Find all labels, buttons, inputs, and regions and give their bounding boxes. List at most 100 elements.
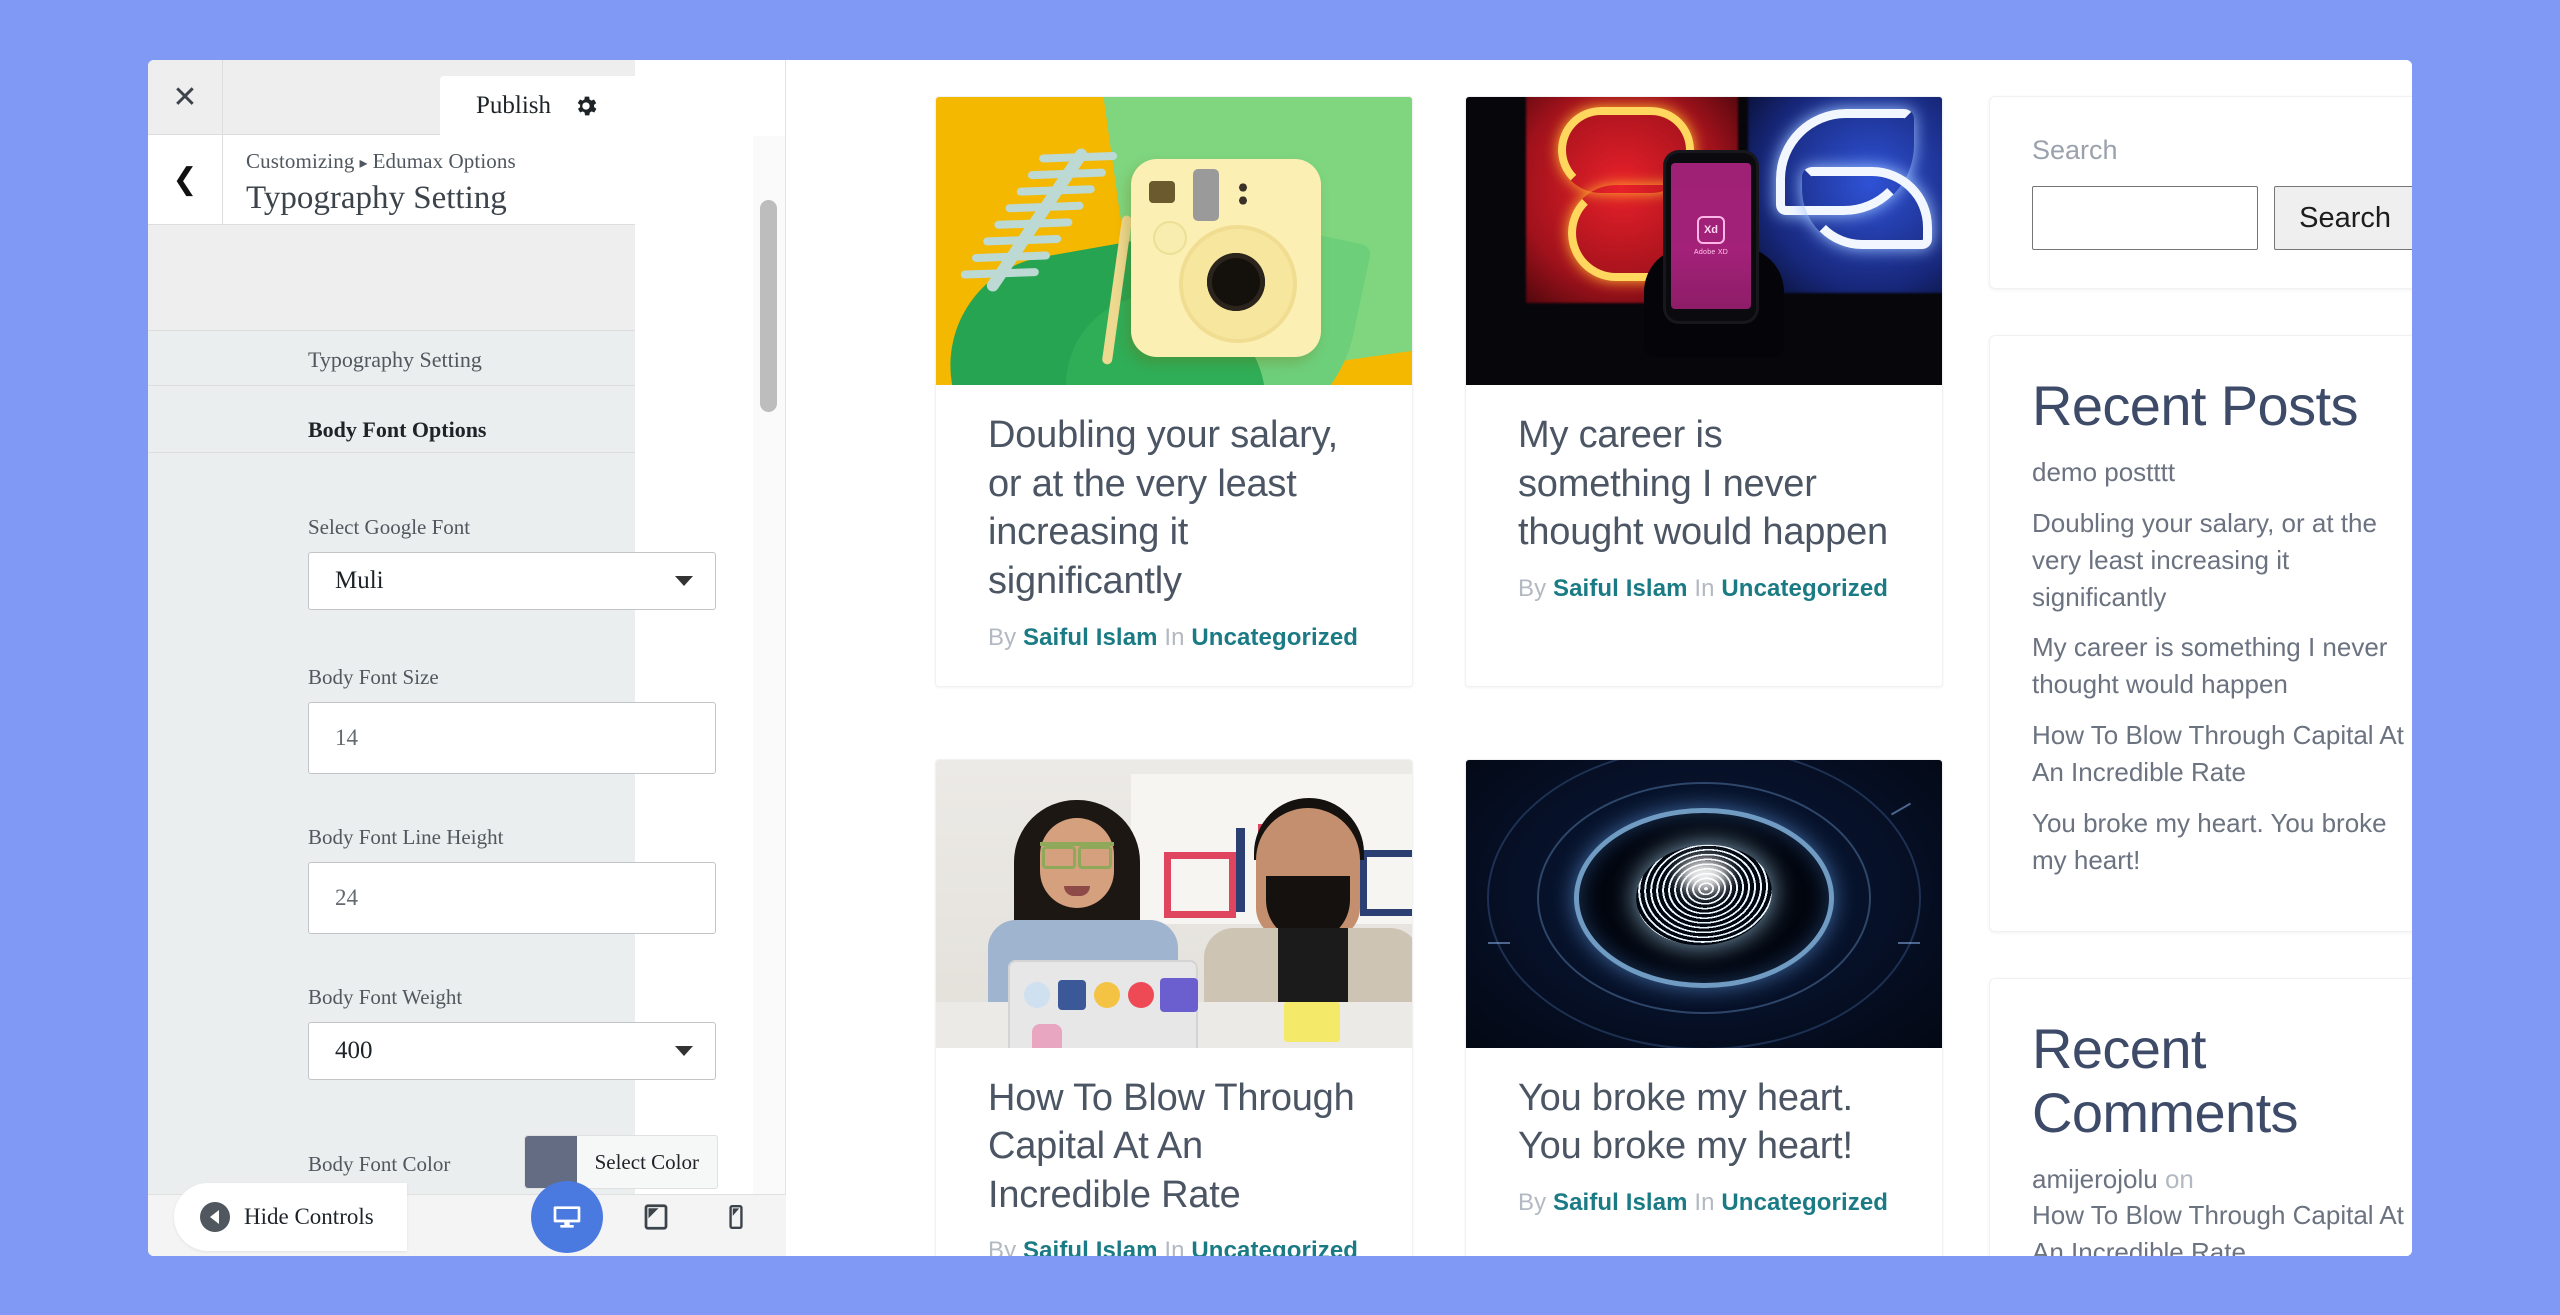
subsection-label[interactable]: Typography Setting (308, 347, 482, 373)
list-item[interactable]: How To Blow Through Capital At An Incred… (2032, 717, 2412, 791)
sidebar-scrollbar-thumb[interactable] (760, 200, 777, 412)
post-thumbnail-fingerprint[interactable] (1466, 759, 1942, 1048)
comment-author[interactable]: amijerojolu (2032, 1164, 2158, 1194)
select-color-label: Select Color (594, 1149, 699, 1174)
hide-controls-button[interactable]: Hide Controls (174, 1183, 407, 1251)
recent-posts-title: Recent Posts (2032, 374, 2358, 437)
google-font-value: Muli (335, 567, 384, 594)
gear-icon[interactable] (573, 93, 599, 119)
breadcrumb-separator: ▸ (359, 155, 368, 172)
search-button[interactable]: Search (2274, 186, 2412, 250)
field-google-font: Select Google Font Muli (308, 515, 718, 610)
font-weight-value: 400 (335, 1037, 373, 1064)
tablet-icon[interactable] (620, 1181, 692, 1253)
google-font-label: Select Google Font (308, 515, 471, 539)
field-font-weight: Body Font Weight 400 (308, 985, 718, 1080)
list-item[interactable]: Doubling your salary, or at the very lea… (2032, 505, 2412, 616)
close-icon[interactable]: ✕ (148, 60, 223, 134)
list-item[interactable]: My career is something I never thought w… (2032, 629, 2412, 703)
post-thumbnail-neon-phone[interactable]: Xd Adobe XD (1466, 97, 1942, 385)
customizer-bottom-bar: Hide Controls (148, 1181, 786, 1256)
post-card[interactable]: Xd Adobe XD My career is something I neve… (1465, 96, 1943, 687)
collapse-arrow-icon (200, 1202, 230, 1232)
widget-recent-posts: Recent Posts demo postttt Doubling your … (1989, 335, 2412, 932)
comment-post-link[interactable]: How To Blow Through Capital At An Incred… (2032, 1197, 2412, 1256)
line-height-label: Body Font Line Height (308, 825, 504, 849)
post-row: Doubling your salary, or at the very lea… (935, 96, 1943, 687)
font-size-input[interactable]: 14 (308, 702, 716, 774)
sidebar-widgets: Search Search Recent Posts demo postttt … (1989, 96, 2412, 1256)
publish-group: Publish (440, 76, 635, 135)
post-meta: By Saiful Islam In Uncategorized (1518, 1189, 1890, 1217)
by-label: By (1518, 1188, 1547, 1216)
post-category-link[interactable]: Uncategorized (1721, 575, 1888, 602)
divider (148, 452, 635, 453)
breadcrumb-current[interactable]: Edumax Options (373, 149, 516, 173)
post-author-link[interactable]: Saiful Islam (1553, 1189, 1688, 1216)
chevron-down-icon (675, 1046, 693, 1056)
font-size-value: 14 (335, 725, 358, 750)
post-thumbnail-camera[interactable] (936, 97, 1412, 385)
post-card[interactable]: Doubling your salary, or at the very lea… (935, 96, 1413, 687)
post-card[interactable]: How To Blow Through Capital At An Incred… (935, 758, 1413, 1256)
customizer-section-header: ❮ Customizing ▸ Edumax Options Typography … (148, 135, 635, 225)
by-label: By (988, 623, 1017, 651)
list-item[interactable]: You broke my heart. You broke my heart! (2032, 805, 2412, 879)
post-meta: By Saiful Islam In Uncategorized (1518, 575, 1890, 603)
site-preview: Doubling your salary, or at the very lea… (786, 60, 2412, 1256)
browser-frame: ✕ Publish ❮ Customizing ▸ Edumax Options T… (148, 60, 2412, 1256)
breadcrumb: Customizing ▸ Edumax Options (246, 149, 516, 174)
post-category-link[interactable]: Uncategorized (1721, 1189, 1888, 1216)
search-input[interactable] (2032, 186, 2259, 250)
post-author-link[interactable]: Saiful Islam (1553, 575, 1688, 602)
post-title[interactable]: You broke my heart. You broke my heart! (1518, 1074, 1890, 1171)
in-label: In (1164, 623, 1185, 651)
breadcrumb-root[interactable]: Customizing (246, 149, 354, 173)
customizer-topbar: ✕ Publish (148, 60, 635, 135)
post-row: How To Blow Through Capital At An Incred… (935, 758, 1943, 1256)
posts-grid: Doubling your salary, or at the very lea… (935, 96, 1943, 1256)
font-weight-select[interactable]: 400 (308, 1022, 716, 1080)
recent-comments-title: Recent Comments (2032, 1016, 2299, 1144)
divider (148, 385, 635, 386)
publish-button[interactable]: Publish (476, 92, 551, 120)
chevron-left-icon[interactable]: ❮ (148, 135, 223, 224)
group-label[interactable]: Body Font Options (308, 417, 487, 443)
font-size-label: Body Font Size (308, 665, 439, 689)
widget-recent-comments: Recent Comments amijerojolu on How To Bl… (1989, 977, 2412, 1256)
search-row: Search (2032, 186, 2412, 250)
customizer-titles: Customizing ▸ Edumax Options Typography Se… (246, 149, 516, 217)
chevron-down-icon (675, 576, 693, 586)
by-label: By (1518, 574, 1547, 602)
post-meta: By Saiful Islam In Uncategorized (988, 624, 1360, 652)
in-label: In (1164, 1237, 1185, 1256)
list-item[interactable]: demo postttt (2032, 454, 2412, 491)
widget-search: Search Search (1989, 96, 2412, 289)
post-category-link[interactable]: Uncategorized (1191, 1237, 1358, 1256)
post-card-body: My career is something I never thought w… (1466, 385, 1942, 637)
customizer-panel: ✕ Publish ❮ Customizing ▸ Edumax Options T… (148, 60, 786, 1256)
post-thumbnail-coworkers[interactable] (936, 759, 1412, 1048)
post-author-link[interactable]: Saiful Islam (1023, 1237, 1158, 1256)
list-item: amijerojolu on How To Blow Through Capit… (2032, 1161, 2412, 1256)
post-title[interactable]: Doubling your salary, or at the very lea… (988, 411, 1360, 606)
select-color-button[interactable]: Select Color (523, 1135, 718, 1189)
divider (148, 330, 635, 331)
post-meta: By Saiful Islam In Uncategorized (988, 1237, 1360, 1256)
post-title[interactable]: My career is something I never thought w… (1518, 411, 1890, 557)
search-label: Search (2032, 135, 2118, 165)
by-label: By (988, 1237, 1017, 1256)
desktop-icon[interactable] (531, 1181, 603, 1253)
post-author-link[interactable]: Saiful Islam (1023, 624, 1158, 651)
google-font-select[interactable]: Muli (308, 552, 716, 610)
line-height-input[interactable]: 24 (308, 862, 716, 934)
field-font-size: Body Font Size 14 (308, 665, 718, 774)
line-height-value: 24 (335, 885, 358, 910)
post-category-link[interactable]: Uncategorized (1191, 624, 1358, 651)
hide-controls-label: Hide Controls (244, 1204, 374, 1229)
post-title[interactable]: How To Blow Through Capital At An Incred… (988, 1074, 1360, 1220)
comment-on-label: on (2164, 1163, 2194, 1194)
mobile-icon[interactable] (700, 1181, 772, 1253)
post-card[interactable]: You broke my heart. You broke my heart! … (1465, 758, 1943, 1256)
in-label: In (1694, 574, 1715, 602)
